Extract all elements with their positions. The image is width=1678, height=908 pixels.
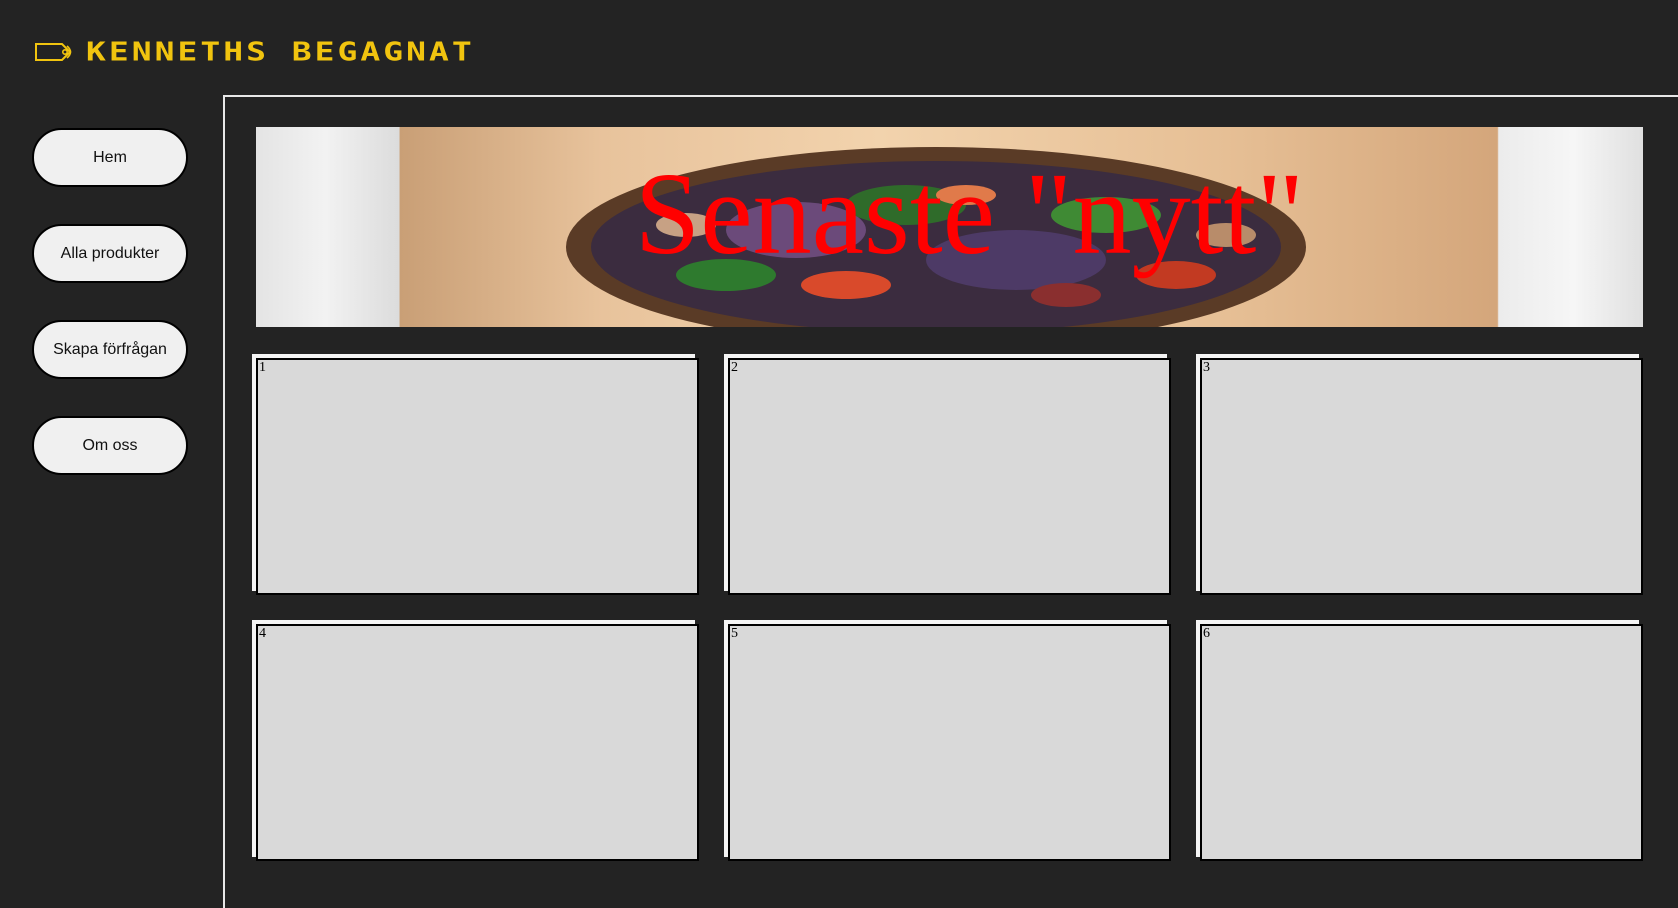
site-logo[interactable]: KENNETHS BEGAGNAT — [34, 36, 475, 68]
banner-title: Senaste "nytt" — [634, 148, 1305, 279]
nav-button-hem[interactable]: Hem — [32, 128, 188, 187]
product-card[interactable]: 5 — [728, 624, 1171, 861]
product-card[interactable]: 3 — [1200, 358, 1643, 595]
nav-button-alla-produkter[interactable]: Alla produkter — [32, 224, 188, 283]
logo-text: KENNETHS BEGAGNAT — [86, 36, 475, 67]
nav-button-skapa-forfragan[interactable]: Skapa förfrågan — [32, 320, 188, 379]
card-number: 6 — [1203, 626, 1210, 641]
card-number: 5 — [731, 626, 738, 641]
product-card[interactable]: 6 — [1200, 624, 1643, 861]
card-number: 2 — [731, 360, 738, 375]
nav-button-om-oss[interactable]: Om oss — [32, 416, 188, 475]
product-card[interactable]: 1 — [256, 358, 699, 595]
card-number: 3 — [1203, 360, 1210, 375]
price-tag-icon — [35, 43, 72, 61]
sidebar-nav: Hem Alla produkter Skapa förfrågan Om os… — [32, 128, 192, 512]
product-card[interactable]: 4 — [256, 624, 699, 861]
product-grid: 1 2 3 4 5 6 — [256, 358, 1646, 861]
news-banner: Senaste "nytt" — [256, 127, 1643, 327]
card-number: 4 — [259, 626, 266, 641]
product-card[interactable]: 2 — [728, 358, 1171, 595]
card-number: 1 — [259, 360, 266, 375]
